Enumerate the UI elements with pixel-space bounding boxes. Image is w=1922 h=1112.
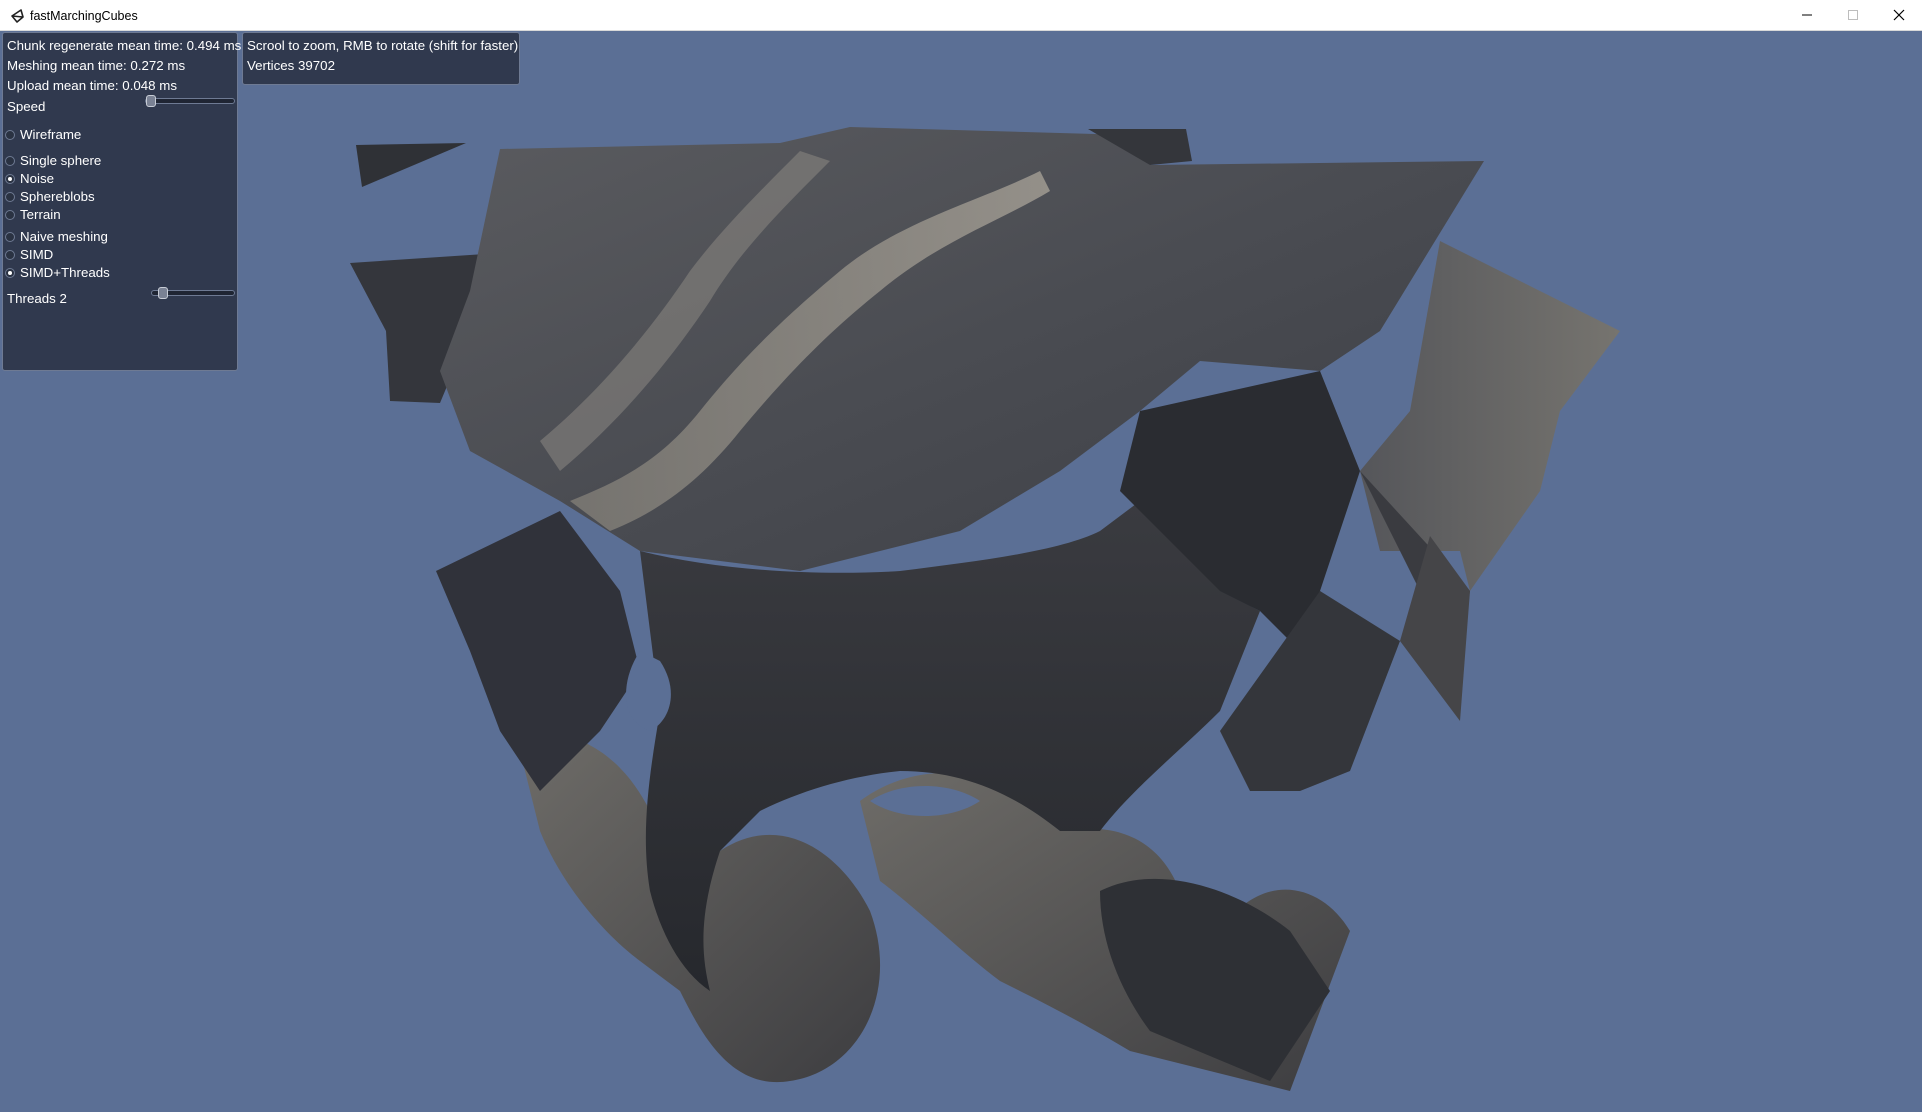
radio-icon[interactable] [5, 156, 15, 166]
scene-option-terrain[interactable]: Terrain [5, 206, 61, 224]
scene-option-label: Sphereblobs [20, 189, 95, 204]
vertex-count-text: Vertices 39702 [247, 58, 335, 73]
speed-slider[interactable] [145, 95, 235, 107]
threads-slider[interactable] [151, 287, 235, 299]
mesh-fragment [356, 143, 466, 187]
speed-label: Speed [7, 99, 46, 114]
minimize-icon [1802, 14, 1812, 16]
render-viewport[interactable]: Chunk regenerate mean time: 0.494 ms Mes… [0, 31, 1922, 1112]
meshing-option-naive[interactable]: Naive meshing [5, 228, 108, 246]
meshing-option-label: SIMD+Threads [20, 265, 110, 280]
help-panel: Scrool to zoom, RMB to rotate (shift for… [242, 32, 520, 85]
title-bar[interactable]: fastMarchingCubes [0, 0, 1922, 31]
scene-option-label: Noise [20, 171, 54, 186]
radio-icon[interactable] [5, 250, 15, 260]
meshing-option-simd-threads[interactable]: SIMD+Threads [5, 264, 110, 282]
controls-help-text: Scrool to zoom, RMB to rotate (shift for… [247, 38, 519, 53]
scene-option-label: Terrain [20, 207, 61, 222]
marching-cubes-mesh [350, 127, 1620, 1091]
upload-time-text: Upload mean time: 0.048 ms [7, 78, 177, 93]
scene-option-single-sphere[interactable]: Single sphere [5, 152, 101, 170]
wireframe-checkbox[interactable]: Wireframe [5, 126, 81, 144]
speed-slider-knob[interactable] [146, 95, 156, 107]
radio-selected-icon[interactable] [5, 174, 15, 184]
radio-icon[interactable] [5, 192, 15, 202]
window-title: fastMarchingCubes [30, 9, 138, 23]
chunk-time-text: Chunk regenerate mean time: 0.494 ms [7, 38, 242, 53]
minimize-button[interactable] [1784, 0, 1830, 30]
radio-selected-icon[interactable] [5, 268, 15, 278]
threads-slider-knob[interactable] [158, 287, 168, 299]
wireframe-label: Wireframe [20, 127, 82, 142]
meshing-option-label: Naive meshing [20, 229, 108, 244]
wireframe-check-indicator[interactable] [5, 130, 15, 140]
radio-icon[interactable] [5, 232, 15, 242]
radio-icon[interactable] [5, 210, 15, 220]
stats-panel: Chunk regenerate mean time: 0.494 ms Mes… [2, 32, 242, 371]
meshing-time-text: Meshing mean time: 0.272 ms [7, 58, 186, 73]
scene-option-sphereblobs[interactable]: Sphereblobs [5, 188, 95, 206]
meshing-option-label: SIMD [20, 247, 54, 262]
app-icon [11, 9, 24, 23]
threads-label: Threads 2 [7, 291, 67, 306]
maximize-button[interactable] [1830, 0, 1876, 30]
maximize-icon [1848, 10, 1858, 20]
scene-option-noise[interactable]: Noise [5, 170, 54, 188]
meshing-option-simd[interactable]: SIMD [5, 246, 53, 264]
close-button[interactable] [1876, 0, 1922, 30]
scene-option-label: Single sphere [20, 153, 102, 168]
close-icon [1893, 9, 1905, 21]
